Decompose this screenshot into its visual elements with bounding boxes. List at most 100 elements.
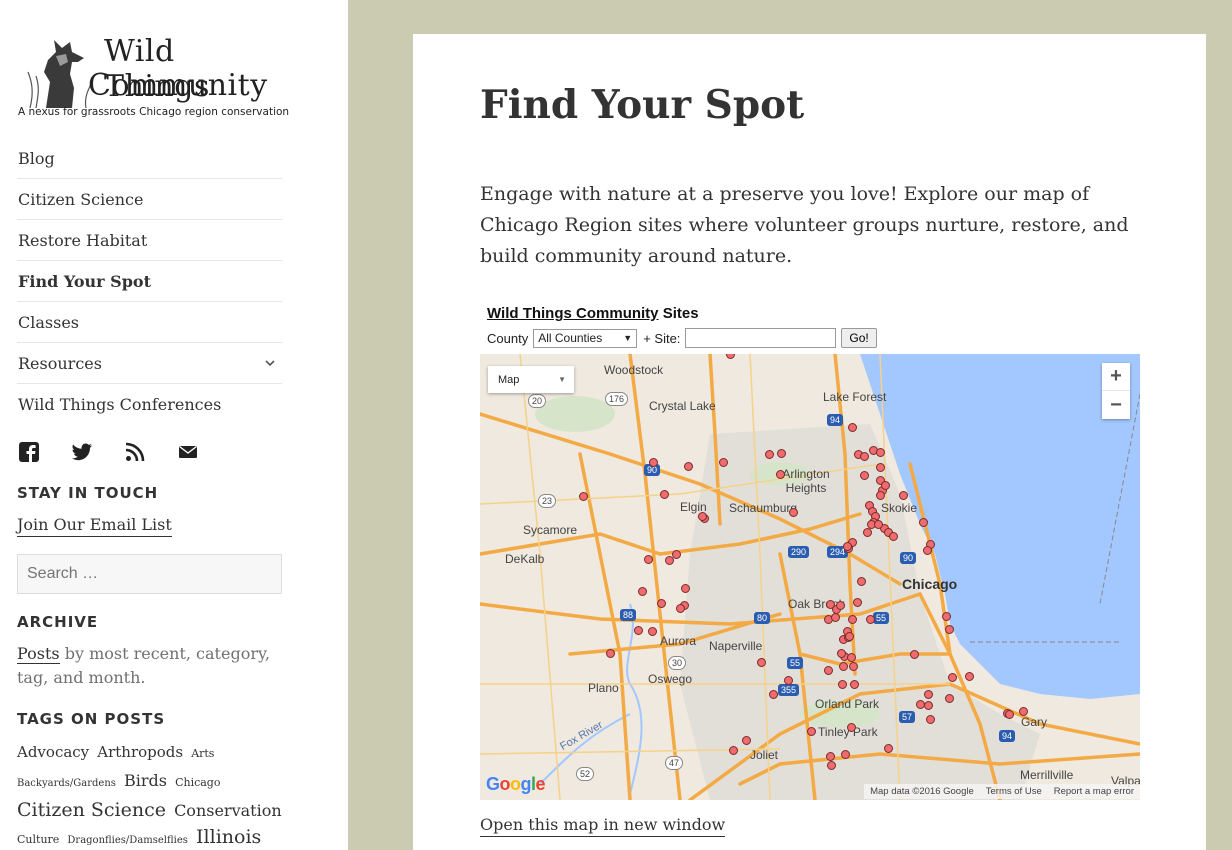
site-marker[interactable]	[846, 652, 856, 662]
site-marker[interactable]	[768, 689, 778, 699]
site-marker[interactable]	[923, 689, 933, 699]
site-marker[interactable]	[830, 612, 840, 622]
site-marker[interactable]	[875, 462, 885, 472]
site-marker[interactable]	[1018, 706, 1028, 716]
site-marker[interactable]	[844, 631, 854, 641]
site-marker[interactable]	[842, 541, 852, 551]
map-heading-link[interactable]: Wild Things Community	[487, 305, 659, 322]
site-marker[interactable]	[837, 679, 847, 689]
tag-link[interactable]: Birds	[124, 771, 167, 790]
site-marker[interactable]	[775, 469, 785, 479]
nav-item-restore-habitat[interactable]: Restore Habitat	[17, 220, 282, 261]
tag-link[interactable]: Arthropods	[97, 743, 183, 761]
site-marker[interactable]	[826, 760, 836, 770]
rss-icon[interactable]	[124, 441, 146, 463]
email-icon[interactable]	[177, 441, 199, 463]
posts-link[interactable]: Posts	[17, 644, 60, 664]
site-marker[interactable]	[648, 457, 658, 467]
site-marker[interactable]	[633, 625, 643, 635]
go-button[interactable]: Go!	[841, 328, 877, 348]
chevron-down-icon[interactable]	[258, 356, 282, 370]
terms-of-use-link[interactable]: Terms of Use	[986, 786, 1042, 797]
nav-item-find-your-spot[interactable]: Find Your Spot	[17, 261, 282, 302]
site-marker[interactable]	[944, 693, 954, 703]
site-marker[interactable]	[925, 714, 935, 724]
county-select[interactable]: All Counties ▼	[533, 328, 638, 348]
map-type-dropdown[interactable]: Map ▼	[488, 366, 574, 393]
site-marker[interactable]	[847, 614, 857, 624]
site-marker[interactable]	[637, 586, 647, 596]
site-marker[interactable]	[852, 597, 862, 607]
search-input[interactable]	[17, 554, 282, 594]
nav-item-resources[interactable]: Resources	[17, 343, 282, 384]
nav-item-wild-things-conferences[interactable]: Wild Things Conferences	[17, 384, 282, 425]
join-email-list-link[interactable]: Join Our Email List	[17, 514, 172, 537]
site-marker[interactable]	[873, 519, 883, 529]
site-marker[interactable]	[918, 517, 928, 527]
tag-link[interactable]: Illinois	[196, 826, 261, 848]
zoom-in-button[interactable]: +	[1102, 363, 1130, 391]
site-marker[interactable]	[883, 743, 893, 753]
site-marker[interactable]	[675, 603, 685, 613]
site-marker[interactable]	[728, 745, 738, 755]
site-marker[interactable]	[680, 583, 690, 593]
site-marker[interactable]	[578, 491, 588, 501]
site-marker[interactable]	[859, 470, 869, 480]
site-marker[interactable]	[783, 675, 793, 685]
tag-link[interactable]: Conservation	[174, 801, 282, 820]
site-marker[interactable]	[671, 549, 681, 559]
tag-link[interactable]: Culture	[17, 833, 59, 846]
site-marker[interactable]	[764, 449, 774, 459]
site-input[interactable]	[685, 328, 837, 348]
report-map-error-link[interactable]: Report a map error	[1054, 786, 1134, 797]
site-marker[interactable]	[888, 531, 898, 541]
site-marker[interactable]	[875, 447, 885, 457]
site-marker[interactable]	[836, 648, 846, 658]
site-marker[interactable]	[656, 598, 666, 608]
nav-item-classes[interactable]: Classes	[17, 302, 282, 343]
site-marker[interactable]	[964, 671, 974, 681]
open-map-link[interactable]: Open this map in new window	[480, 814, 726, 837]
site-marker[interactable]	[898, 490, 908, 500]
site-marker[interactable]	[941, 611, 951, 621]
site-marker[interactable]	[922, 545, 932, 555]
facebook-icon[interactable]	[18, 441, 40, 463]
site-marker[interactable]	[725, 354, 735, 359]
site-marker[interactable]	[1004, 709, 1014, 719]
nav-item-citizen-science[interactable]: Citizen Science	[17, 179, 282, 220]
sites-map[interactable]: Woodstock Crystal Lake Lake Forest Arlin…	[480, 354, 1140, 800]
site-marker[interactable]	[838, 661, 848, 671]
zoom-out-button[interactable]: −	[1102, 391, 1130, 419]
site-marker[interactable]	[865, 614, 875, 624]
site-marker[interactable]	[915, 699, 925, 709]
tag-link[interactable]: Citizen Science	[17, 799, 166, 821]
site-marker[interactable]	[776, 448, 786, 458]
tag-link[interactable]: Advocacy	[17, 743, 89, 761]
twitter-icon[interactable]	[71, 441, 93, 463]
nav-item-blog[interactable]: Blog	[17, 138, 282, 179]
site-marker[interactable]	[605, 648, 615, 658]
site-marker[interactable]	[823, 665, 833, 675]
site-marker[interactable]	[848, 661, 858, 671]
tag-link[interactable]: Backyards/Gardens	[17, 778, 116, 789]
site-marker[interactable]	[756, 657, 766, 667]
site-marker[interactable]	[947, 672, 957, 682]
site-marker[interactable]	[846, 722, 856, 732]
site-marker[interactable]	[835, 600, 845, 610]
site-logo[interactable]: Wild Things Community A nexus for grassr…	[16, 32, 289, 124]
site-marker[interactable]	[847, 422, 857, 432]
site-marker[interactable]	[718, 457, 728, 467]
site-marker[interactable]	[923, 700, 933, 710]
site-marker[interactable]	[788, 507, 798, 517]
site-marker[interactable]	[647, 626, 657, 636]
site-marker[interactable]	[875, 490, 885, 500]
site-marker[interactable]	[859, 451, 869, 461]
site-marker[interactable]	[697, 511, 707, 521]
site-marker[interactable]	[683, 461, 693, 471]
site-marker[interactable]	[741, 735, 751, 745]
tag-link[interactable]: Chicago	[175, 776, 220, 789]
tag-link[interactable]: Arts	[191, 747, 214, 760]
site-marker[interactable]	[909, 649, 919, 659]
site-marker[interactable]	[806, 726, 816, 736]
site-marker[interactable]	[944, 624, 954, 634]
